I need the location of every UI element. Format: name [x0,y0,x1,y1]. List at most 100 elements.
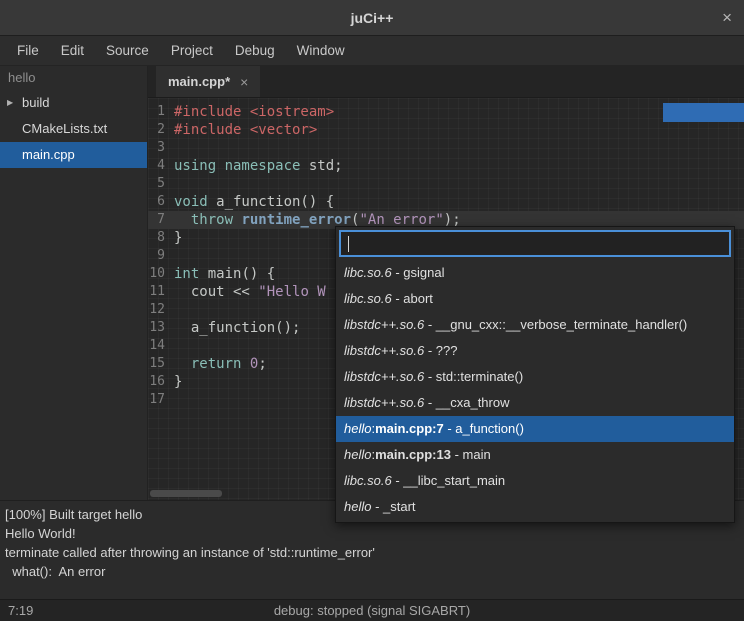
line-number[interactable]: 9 [148,247,170,265]
line-number[interactable]: 10 [148,265,170,283]
line-number[interactable]: 3 [148,139,170,157]
line-number[interactable]: 15 [148,355,170,373]
code-text [170,337,174,355]
horizontal-scrollbar-thumb[interactable] [150,490,222,497]
line-number[interactable]: 1 [148,103,170,121]
backtrace-item-text: libstdc++.so.6 [344,369,424,384]
code-text: a_function(); [170,319,300,337]
sidebar: hello ▶ build CMakeLists.txt main.cpp [0,66,148,500]
titlebar: juCi++ × [0,0,744,36]
sidebar-item-label: main.cpp [22,147,75,162]
project-name: hello [0,66,147,90]
backtrace-item-text: libstdc++.so.6 [344,317,424,332]
backtrace-item-text: main.cpp:13 [375,447,451,462]
line-number[interactable]: 17 [148,391,170,409]
tab-main-cpp[interactable]: main.cpp* × [156,66,260,97]
backtrace-item[interactable]: libc.so.6 - abort [336,286,734,312]
backtrace-item[interactable]: libstdc++.so.6 - __cxa_throw [336,390,734,416]
scroll-position-indicator[interactable] [663,103,744,122]
debug-status: debug: stopped (signal SIGABRT) [0,600,744,621]
backtrace-item[interactable]: hello - _start [336,494,734,520]
line-number[interactable]: 2 [148,121,170,139]
sidebar-item-label: CMakeLists.txt [22,121,107,136]
code-line: 5 [148,175,744,193]
code-text [170,139,174,157]
code-token: throw [191,212,233,228]
line-number[interactable]: 16 [148,373,170,391]
backtrace-item[interactable]: hello:main.cpp:7 - a_function() [336,416,734,442]
code-line: 1#include <iostream> [148,103,744,121]
line-number[interactable]: 12 [148,301,170,319]
backtrace-item[interactable]: libstdc++.so.6 - std::terminate() [336,364,734,390]
backtrace-item-text: - a_function() [444,421,524,436]
code-token: using namespace [174,158,300,174]
menu-item-edit[interactable]: Edit [50,36,95,66]
code-token: #include <vector> [174,122,317,138]
backtrace-item-text: libc.so.6 [344,291,392,306]
line-number[interactable]: 14 [148,337,170,355]
code-token: } [174,374,182,390]
backtrace-item-text: - gsignal [392,265,445,280]
code-text: } [170,229,182,247]
sidebar-items: ▶ build CMakeLists.txt main.cpp [0,90,147,168]
code-token: return [191,356,242,372]
backtrace-item[interactable]: libc.so.6 - __libc_start_main [336,468,734,494]
line-number[interactable]: 7 [148,211,170,229]
sidebar-item-build[interactable]: ▶ build [0,90,147,116]
backtrace-item-text: - _start [371,499,415,514]
sidebar-item-cmakelists-txt[interactable]: CMakeLists.txt [0,116,147,142]
line-number[interactable]: 5 [148,175,170,193]
backtrace-item[interactable]: libstdc++.so.6 - ??? [336,338,734,364]
backtrace-item-text: libc.so.6 [344,265,392,280]
line-number[interactable]: 13 [148,319,170,337]
code-token: a_function() { [208,194,334,210]
code-text [170,175,174,193]
code-text [170,301,174,319]
popup-search-input[interactable] [339,230,731,257]
backtrace-item-text: hello [344,421,371,436]
menu-item-project[interactable]: Project [160,36,224,66]
expander-icon[interactable]: ▶ [7,90,13,116]
backtrace-item[interactable]: libc.so.6 - gsignal [336,260,734,286]
code-token [174,356,191,372]
menubar: FileEditSourceProjectDebugWindow [0,36,744,66]
code-text: void a_function() { [170,193,334,211]
code-token: ; [258,356,266,372]
line-number[interactable]: 6 [148,193,170,211]
code-line: 2#include <vector> [148,121,744,139]
tab-label: main.cpp* [168,74,230,89]
menu-item-debug[interactable]: Debug [224,36,286,66]
menu-item-source[interactable]: Source [95,36,160,66]
close-icon[interactable]: × [722,0,732,36]
line-number[interactable]: 11 [148,283,170,301]
sidebar-item-label: build [22,95,49,110]
code-text: cout << "Hello W [170,283,326,301]
code-token: a_function(); [174,320,300,336]
console-line: Hello World! [5,524,739,543]
tab-close-icon[interactable]: × [240,74,248,90]
backtrace-item-text: - std::terminate() [424,369,523,384]
sidebar-item-main-cpp[interactable]: main.cpp [0,142,147,168]
code-token: cout << [174,284,258,300]
backtrace-item-text: libstdc++.so.6 [344,395,424,410]
backtrace-item[interactable]: hello:main.cpp:13 - main [336,442,734,468]
console-line: what(): An error [5,562,739,581]
code-token: int [174,266,199,282]
statusbar: 7:19 debug: stopped (signal SIGABRT) [0,599,744,621]
backtrace-item-text: libc.so.6 [344,473,392,488]
menu-item-file[interactable]: File [6,36,50,66]
code-line: 6void a_function() { [148,193,744,211]
backtrace-item-text: libstdc++.so.6 [344,343,424,358]
backtrace-item[interactable]: libstdc++.so.6 - __gnu_cxx::__verbose_te… [336,312,734,338]
backtrace-item-text: - __cxa_throw [424,395,509,410]
menu-item-window[interactable]: Window [286,36,356,66]
line-number[interactable]: 4 [148,157,170,175]
code-text: return 0; [170,355,267,373]
backtrace-item-text: hello [344,499,371,514]
code-token: void [174,194,208,210]
line-number[interactable]: 8 [148,229,170,247]
text-caret [348,236,349,252]
code-text: using namespace std; [170,157,343,175]
tabbar: main.cpp* × [148,66,744,98]
window-title: juCi++ [0,0,744,36]
